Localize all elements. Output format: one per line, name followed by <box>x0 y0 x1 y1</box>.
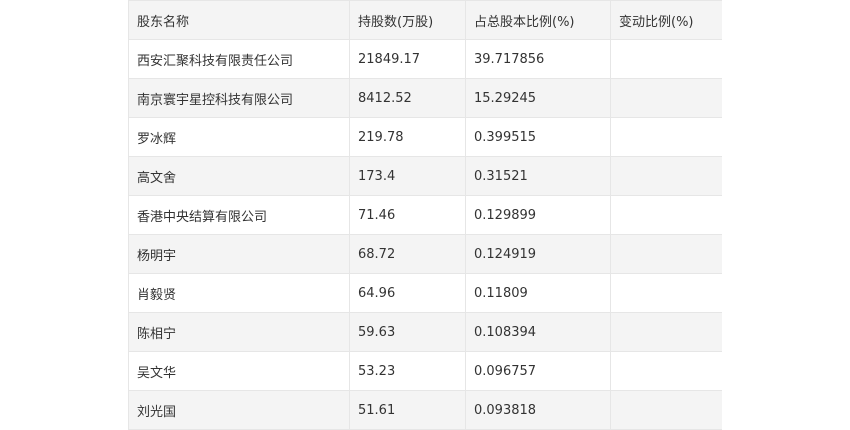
cell-shares-held: 8412.52 <box>349 78 466 118</box>
cell-change-ratio <box>610 273 722 313</box>
header-change-ratio: 变动比例(%) <box>610 0 722 40</box>
header-share-ratio: 占总股本比例(%) <box>465 0 611 40</box>
cell-shareholder-name: 高文舍 <box>128 156 350 196</box>
cell-shares-held: 71.46 <box>349 195 466 235</box>
table-body: 西安汇聚科技有限责任公司 21849.17 39.717856 南京寰宇星控科技… <box>128 39 722 430</box>
table-row: 吴文华 53.23 0.096757 <box>128 351 722 391</box>
cell-share-ratio: 0.11809 <box>465 273 611 313</box>
cell-share-ratio: 15.29245 <box>465 78 611 118</box>
cell-shareholder-name: 吴文华 <box>128 351 350 391</box>
cell-change-ratio <box>610 312 722 352</box>
table-row: 高文舍 173.4 0.31521 <box>128 156 722 196</box>
cell-change-ratio <box>610 39 722 79</box>
table-header: 股东名称 持股数(万股) 占总股本比例(%) 变动比例(%) <box>128 0 722 40</box>
cell-share-ratio: 0.093818 <box>465 390 611 430</box>
cell-change-ratio <box>610 351 722 391</box>
shareholder-table-container: 股东名称 持股数(万股) 占总股本比例(%) 变动比例(%) 西安汇聚科技有限责… <box>128 0 722 430</box>
cell-shares-held: 53.23 <box>349 351 466 391</box>
cell-shares-held: 173.4 <box>349 156 466 196</box>
cell-shareholder-name: 杨明宇 <box>128 234 350 274</box>
table-row: 南京寰宇星控科技有限公司 8412.52 15.29245 <box>128 78 722 118</box>
table-row: 西安汇聚科技有限责任公司 21849.17 39.717856 <box>128 39 722 79</box>
shareholder-table: 股东名称 持股数(万股) 占总股本比例(%) 变动比例(%) 西安汇聚科技有限责… <box>128 0 722 430</box>
cell-shares-held: 68.72 <box>349 234 466 274</box>
cell-change-ratio <box>610 117 722 157</box>
cell-share-ratio: 0.124919 <box>465 234 611 274</box>
cell-share-ratio: 0.31521 <box>465 156 611 196</box>
table-row: 陈相宁 59.63 0.108394 <box>128 312 722 352</box>
cell-change-ratio <box>610 78 722 118</box>
cell-share-ratio: 0.108394 <box>465 312 611 352</box>
cell-shareholder-name: 南京寰宇星控科技有限公司 <box>128 78 350 118</box>
cell-shareholder-name: 香港中央结算有限公司 <box>128 195 350 235</box>
cell-shares-held: 59.63 <box>349 312 466 352</box>
cell-shareholder-name: 肖毅贤 <box>128 273 350 313</box>
cell-shareholder-name: 刘光国 <box>128 390 350 430</box>
cell-shares-held: 64.96 <box>349 273 466 313</box>
cell-shareholder-name: 陈相宁 <box>128 312 350 352</box>
cell-shares-held: 21849.17 <box>349 39 466 79</box>
cell-shares-held: 51.61 <box>349 390 466 430</box>
cell-shares-held: 219.78 <box>349 117 466 157</box>
cell-share-ratio: 0.399515 <box>465 117 611 157</box>
cell-share-ratio: 39.717856 <box>465 39 611 79</box>
header-shares-held: 持股数(万股) <box>349 0 466 40</box>
table-row: 罗冰辉 219.78 0.399515 <box>128 117 722 157</box>
header-shareholder-name: 股东名称 <box>128 0 350 40</box>
cell-change-ratio <box>610 390 722 430</box>
header-row: 股东名称 持股数(万股) 占总股本比例(%) 变动比例(%) <box>128 0 722 40</box>
cell-change-ratio <box>610 156 722 196</box>
cell-change-ratio <box>610 234 722 274</box>
cell-shareholder-name: 西安汇聚科技有限责任公司 <box>128 39 350 79</box>
cell-change-ratio <box>610 195 722 235</box>
table-row: 肖毅贤 64.96 0.11809 <box>128 273 722 313</box>
cell-share-ratio: 0.129899 <box>465 195 611 235</box>
table-row: 刘光国 51.61 0.093818 <box>128 390 722 430</box>
cell-share-ratio: 0.096757 <box>465 351 611 391</box>
table-row: 香港中央结算有限公司 71.46 0.129899 <box>128 195 722 235</box>
table-row: 杨明宇 68.72 0.124919 <box>128 234 722 274</box>
cell-shareholder-name: 罗冰辉 <box>128 117 350 157</box>
